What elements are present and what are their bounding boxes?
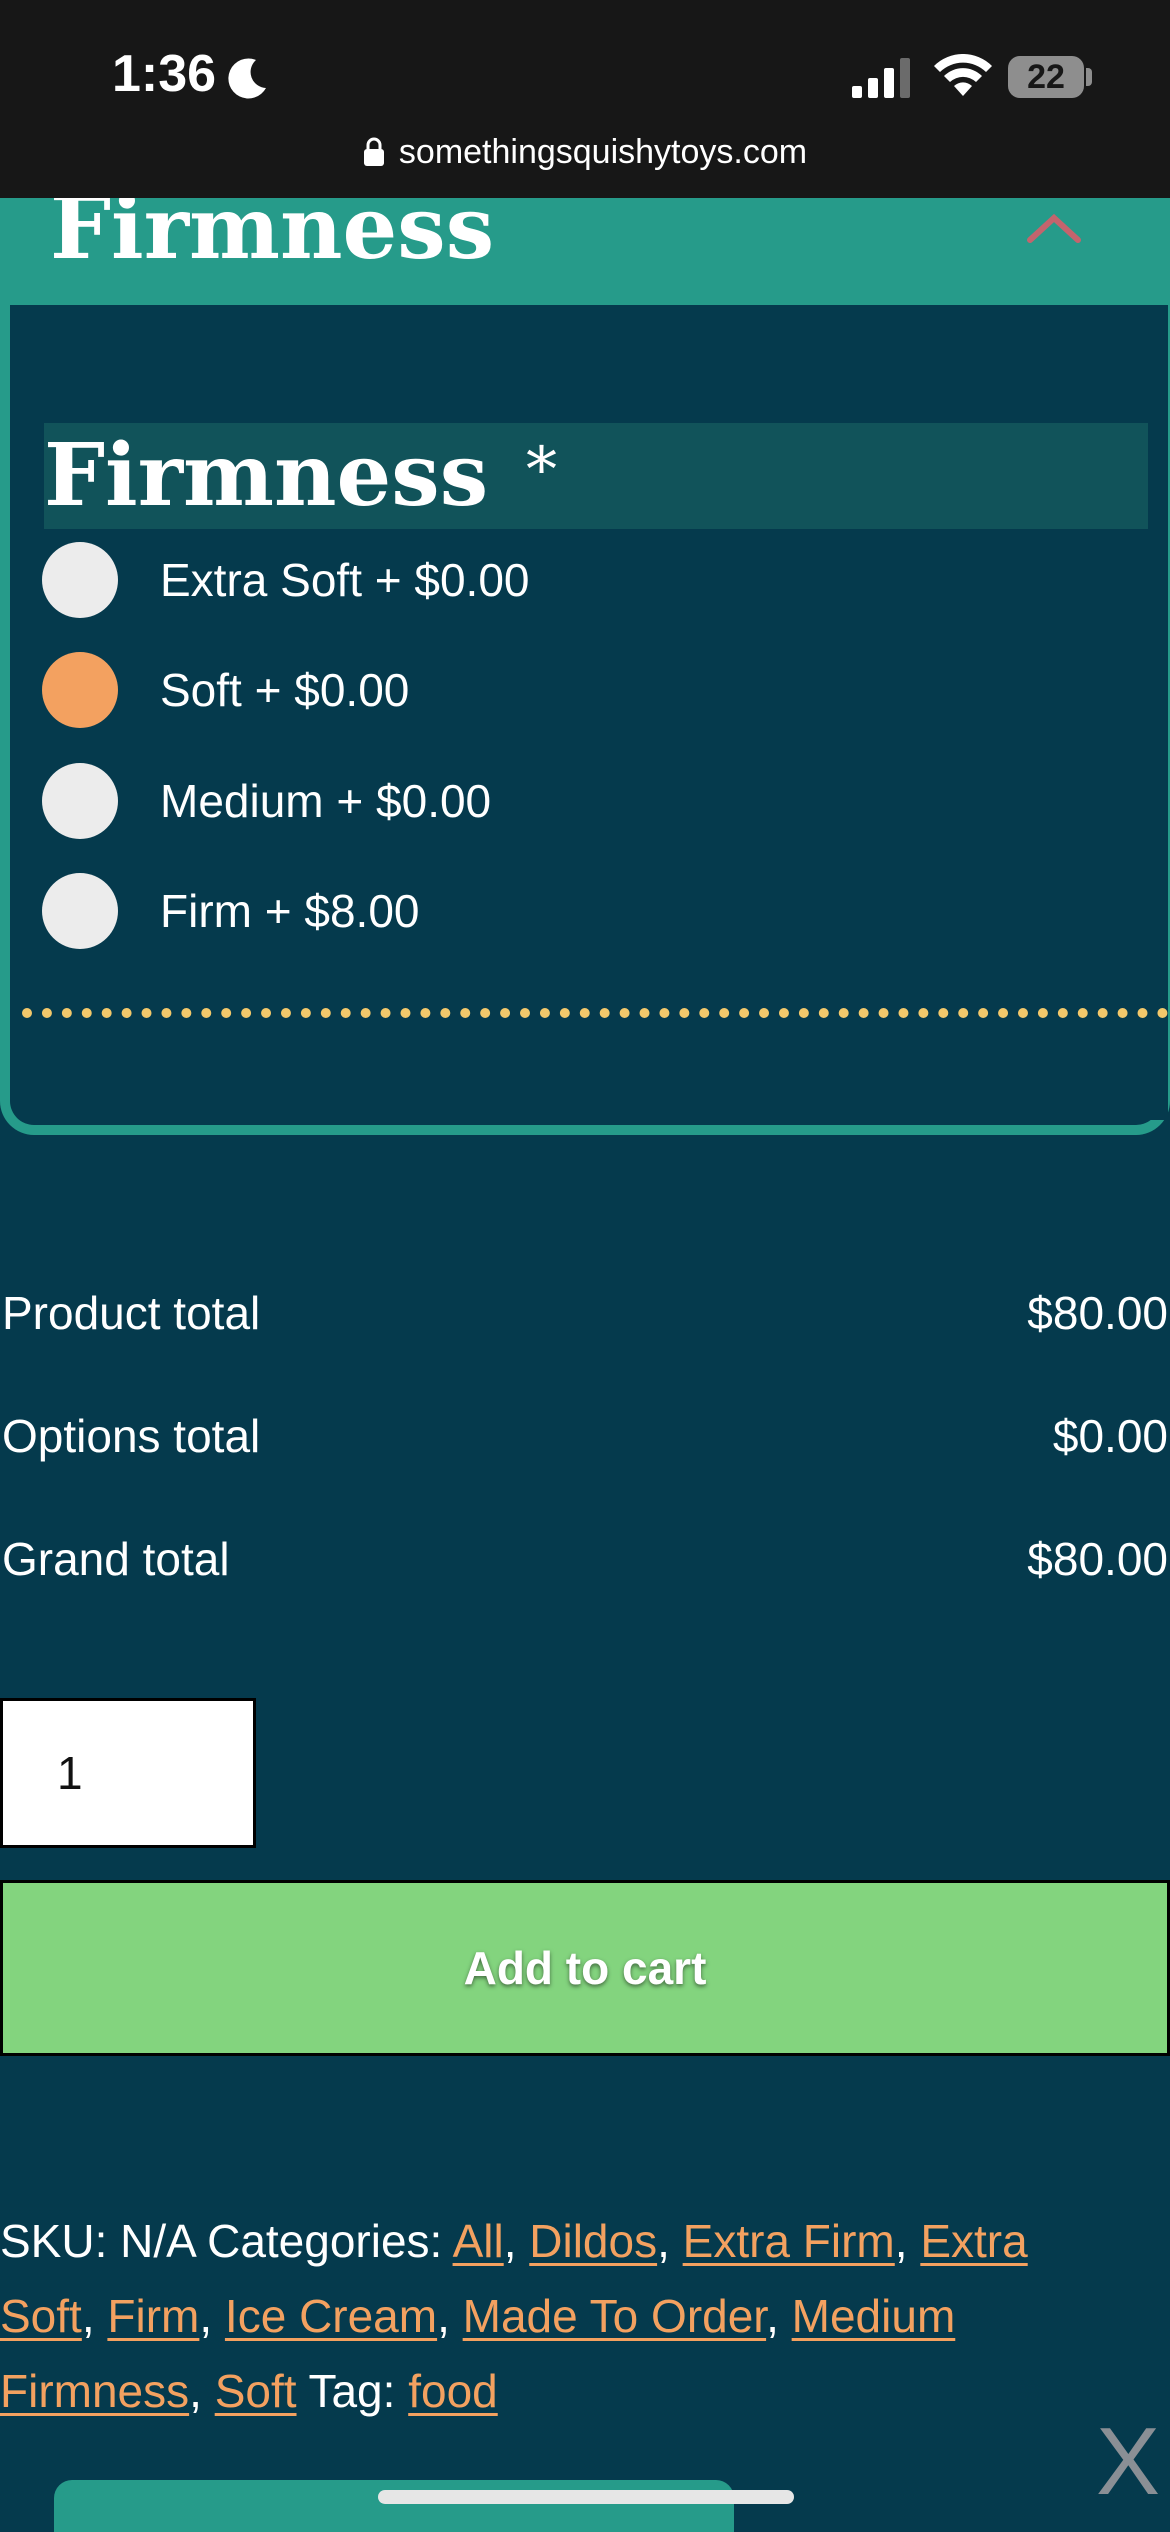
moon-icon (228, 58, 266, 99)
close-button[interactable]: X (1096, 2414, 1160, 2510)
option-extra-soft[interactable]: Extra Soft + $0.00 (42, 541, 530, 619)
sku-label: SKU: (0, 2215, 108, 2267)
address-bar[interactable]: somethingsquishytoys.com (0, 124, 1170, 180)
tag-link-food[interactable]: food (408, 2365, 498, 2417)
battery-tip (1086, 68, 1092, 86)
product-meta: SKU: N/A Categories: All, Dildos, Extra … (0, 2215, 1028, 2417)
chevron-up-icon[interactable] (1024, 208, 1084, 248)
dotted-divider (22, 1008, 1168, 1018)
bottom-sticky-tab[interactable] (54, 2480, 734, 2532)
add-to-cart-button[interactable]: Add to cart (0, 1880, 1170, 2056)
product-total-value: $80.00 (1027, 1287, 1168, 1339)
product-total-row: Product total $80.00 (0, 1276, 1170, 1346)
radio-button[interactable] (42, 873, 118, 949)
required-mark: * (526, 433, 557, 506)
accordion-header-firmness[interactable]: Firmness (0, 198, 1170, 308)
quantity-input[interactable]: 1 (0, 1698, 256, 1848)
option-label: Medium + $0.00 (160, 775, 492, 827)
url-text: somethingsquishytoys.com (398, 132, 808, 171)
category-link-extra-firm[interactable]: Extra Firm (683, 2215, 895, 2267)
radio-button-selected[interactable] (42, 652, 118, 728)
option-medium[interactable]: Medium + $0.00 (42, 762, 491, 840)
options-total-value: $0.00 (1052, 1410, 1168, 1462)
radio-button[interactable] (42, 763, 118, 839)
battery-indicator: 22 (1008, 56, 1084, 98)
option-firm[interactable]: Firm + $8.00 (42, 872, 420, 950)
cellular-signal-icon (852, 58, 910, 98)
sku-value: N/A (120, 2215, 195, 2267)
option-label: Firm + $8.00 (160, 885, 420, 937)
options-panel: Firmness * Extra Soft + $0.00 Soft + $0.… (0, 305, 1170, 1135)
grand-total-value: $80.00 (1027, 1533, 1168, 1585)
lock-icon (363, 137, 384, 166)
grand-total-label: Grand total (2, 1533, 230, 1585)
options-inner: Firmness * Extra Soft + $0.00 Soft + $0.… (20, 305, 1168, 1120)
option-soft[interactable]: Soft + $0.00 (42, 651, 409, 729)
option-label: Soft + $0.00 (160, 664, 410, 716)
category-link-soft[interactable]: Soft (215, 2365, 297, 2417)
field-label: Firmness (44, 425, 489, 526)
category-link-all[interactable]: All (453, 2215, 504, 2267)
options-total-row: Options total $0.00 (0, 1399, 1170, 1469)
grand-total-row: Grand total $80.00 (0, 1522, 1170, 1592)
clock: 1:36 (112, 45, 217, 103)
status-bar: 1:36 22 somethingsquishytoys.com (0, 0, 1170, 198)
category-link-ice-cream[interactable]: Ice Cream (225, 2290, 437, 2342)
radio-button[interactable] (42, 542, 118, 618)
category-link-firm[interactable]: Firm (107, 2290, 199, 2342)
accordion-title: Firmness (50, 198, 495, 279)
home-indicator[interactable] (378, 2490, 794, 2504)
product-total-label: Product total (2, 1287, 261, 1339)
options-total-label: Options total (2, 1410, 261, 1462)
category-link-made-to-order[interactable]: Made To Order (463, 2290, 766, 2342)
categories-label: Categories: (207, 2215, 443, 2267)
category-link-dildos[interactable]: Dildos (529, 2215, 657, 2267)
tag-label: Tag: (308, 2365, 396, 2417)
wifi-icon (934, 54, 992, 96)
option-label: Extra Soft + $0.00 (160, 554, 530, 606)
